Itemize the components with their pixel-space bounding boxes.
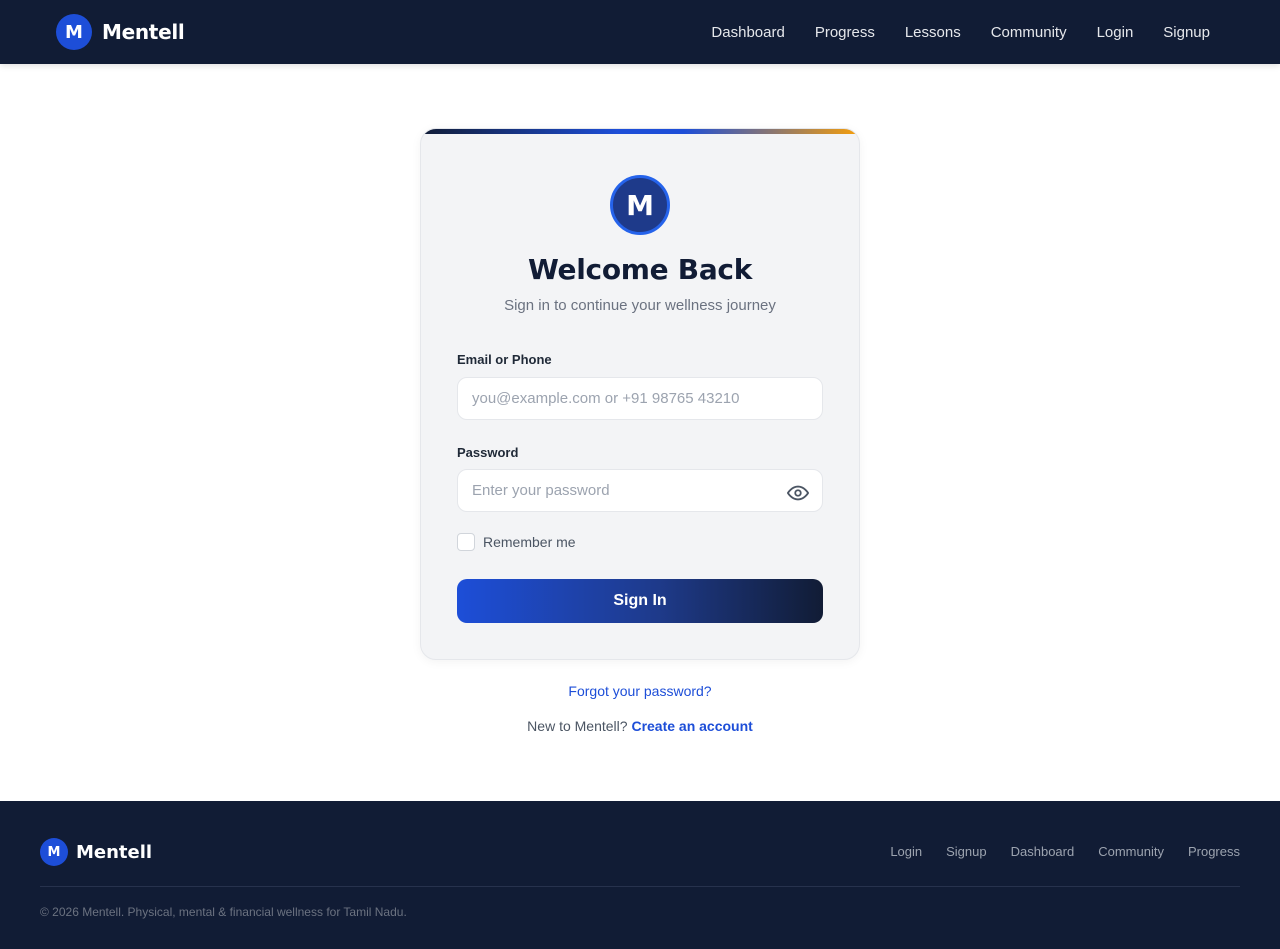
new-account-prefix: New to Mentell? [527, 718, 628, 734]
forgot-password-link[interactable]: Forgot your password? [0, 683, 1280, 699]
footer-link-login[interactable]: Login [890, 844, 922, 859]
footer-link-progress[interactable]: Progress [1188, 844, 1240, 859]
eye-icon [787, 485, 809, 501]
nav-link-lessons[interactable]: Lessons [905, 24, 961, 41]
email-input[interactable] [457, 377, 823, 420]
card-accent-bar [421, 129, 859, 134]
remember-checkbox[interactable] [457, 533, 475, 551]
footer-link-community[interactable]: Community [1098, 844, 1164, 859]
password-toggle-button[interactable] [785, 480, 811, 506]
create-account-link[interactable]: Create an account [631, 718, 752, 734]
new-account-text: New to Mentell? Create an account [0, 718, 1280, 734]
footer-nav: Login Signup Dashboard Community Progres… [890, 844, 1240, 859]
login-card: M Welcome Back Sign in to continue your … [420, 128, 860, 660]
footer-divider [40, 886, 1240, 887]
footer-logo: M [40, 838, 68, 866]
card-logo: M [610, 175, 670, 235]
footer-brand[interactable]: M Mentell [40, 838, 152, 866]
footer: M Mentell Login Signup Dashboard Communi… [0, 801, 1280, 949]
card-subtitle: Sign in to continue your wellness journe… [504, 297, 776, 314]
email-label: Email or Phone [457, 352, 552, 367]
remember-me[interactable]: Remember me [457, 533, 576, 551]
sign-in-button[interactable]: Sign In [457, 579, 823, 623]
password-label: Password [457, 445, 519, 460]
remember-label: Remember me [483, 534, 576, 550]
brand-name: Mentell [102, 20, 185, 44]
main-nav: Dashboard Progress Lessons Community Log… [711, 24, 1210, 41]
nav-link-dashboard[interactable]: Dashboard [711, 24, 784, 41]
top-navbar: M Mentell Dashboard Progress Lessons Com… [0, 0, 1280, 64]
footer-brand-name: Mentell [76, 841, 153, 863]
card-title: Welcome Back [527, 253, 753, 286]
nav-link-community[interactable]: Community [991, 24, 1067, 41]
brand[interactable]: M Mentell [56, 14, 185, 50]
brand-logo: M [56, 14, 92, 50]
nav-link-signup[interactable]: Signup [1163, 24, 1210, 41]
footer-link-dashboard[interactable]: Dashboard [1011, 844, 1075, 859]
footer-copyright: © 2026 Mentell. Physical, mental & finan… [40, 905, 407, 919]
nav-link-login[interactable]: Login [1097, 24, 1134, 41]
footer-link-signup[interactable]: Signup [946, 844, 986, 859]
nav-link-progress[interactable]: Progress [815, 24, 875, 41]
password-input[interactable] [457, 469, 823, 512]
